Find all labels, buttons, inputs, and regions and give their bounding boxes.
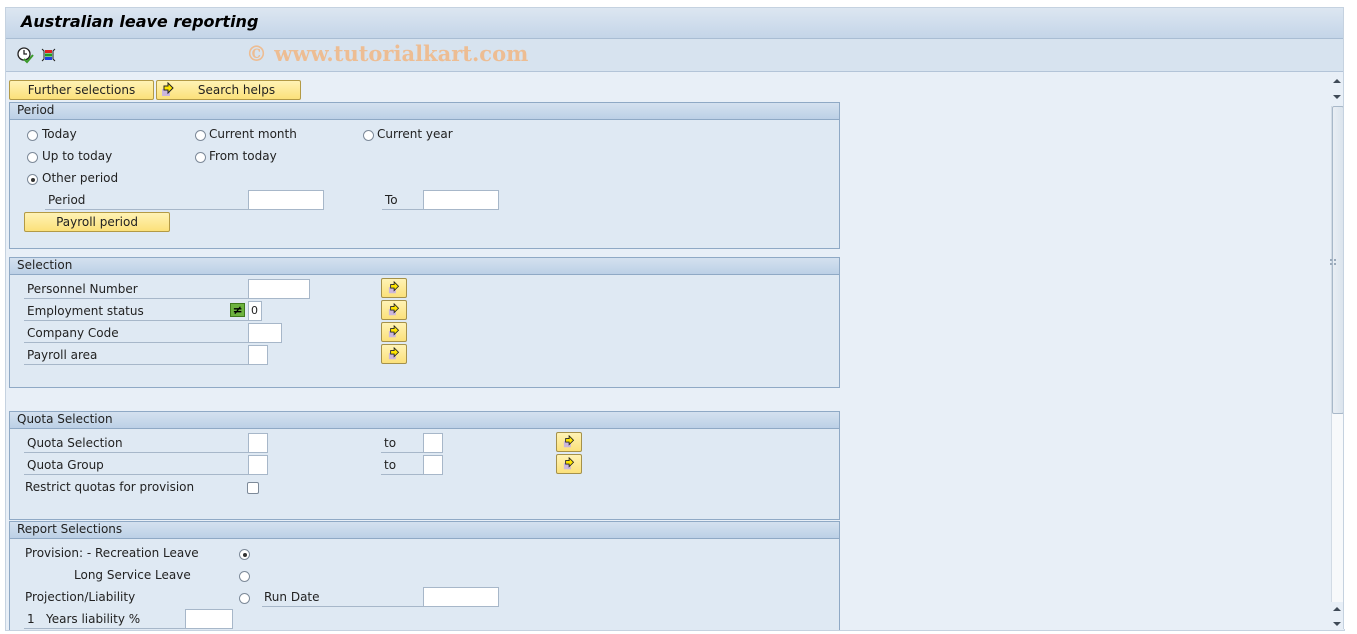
application-toolbar: © www.tutorialkart.com <box>6 39 1344 72</box>
period-group: Period Today Current month Current year … <box>9 102 840 249</box>
period-from-input[interactable] <box>248 190 324 210</box>
radio-from-today-label: From today <box>209 149 277 163</box>
radio-from-today[interactable] <box>195 152 206 163</box>
report-selections-group: Report Selections Provision: - Recreatio… <box>9 521 840 630</box>
radio-other-period[interactable] <box>27 174 38 185</box>
run-date-input[interactable] <box>423 587 499 607</box>
quota-selection-group: Quota Selection Quota Selection to Quota… <box>9 411 840 520</box>
radio-current-month-label: Current month <box>209 127 297 141</box>
radio-current-year-label: Current year <box>377 127 453 141</box>
company-code-multiple-selection[interactable] <box>381 322 407 342</box>
radio-current-month[interactable] <box>195 130 206 141</box>
quota-group-label: Quota Group <box>27 458 104 472</box>
search-helps-label: Search helps <box>197 83 276 97</box>
selection-screen: Further selections Search helps Period T… <box>6 72 1326 630</box>
long-service-leave-label: Long Service Leave <box>74 568 191 582</box>
employment-status-input[interactable]: 0 <box>248 301 262 321</box>
quota-selection-to-label: to <box>384 436 397 450</box>
personnel-number-multiple-selection[interactable] <box>381 278 407 298</box>
recreation-leave-label: Provision: - Recreation Leave <box>25 546 199 560</box>
not-equal-operator-icon[interactable]: ≠ <box>230 303 245 317</box>
quota-group-from-input[interactable] <box>248 455 268 475</box>
arrow-right-icon <box>563 457 575 470</box>
restrict-quotas-checkbox[interactable] <box>247 482 259 494</box>
radio-recreation-leave[interactable] <box>239 549 250 560</box>
company-code-input[interactable] <box>248 323 282 343</box>
watermark: © www.tutorialkart.com <box>246 41 529 66</box>
arrow-right-icon <box>388 325 400 338</box>
page-title: Australian leave reporting <box>21 12 259 31</box>
title-bar: Australian leave reporting <box>6 8 1344 39</box>
arrow-right-icon <box>388 347 400 360</box>
arrow-right-icon <box>162 82 174 96</box>
years-prefix: 1 <box>27 612 35 626</box>
arrow-right-icon <box>388 303 400 316</box>
radio-today-label: Today <box>42 127 77 141</box>
selection-group: Selection Personnel Number Employment st… <box>9 257 840 388</box>
further-selections-button[interactable]: Further selections <box>9 80 154 100</box>
years-liability-label: Years liability % <box>46 612 141 626</box>
quota-group-multiple-selection[interactable] <box>556 454 582 474</box>
grip-dots-icon <box>1330 259 1336 265</box>
quota-selection-multiple-selection[interactable] <box>556 432 582 452</box>
radio-other-period-label: Other period <box>42 171 119 185</box>
sap-window: Australian leave reporting © www.tutoria… <box>5 7 1345 631</box>
payroll-area-label: Payroll area <box>27 348 98 362</box>
quota-group-to-label: to <box>384 458 397 472</box>
payroll-area-multiple-selection[interactable] <box>381 344 407 364</box>
arrow-right-icon <box>563 435 575 448</box>
radio-up-to-today[interactable] <box>27 152 38 163</box>
execute-clock-icon[interactable] <box>16 46 34 64</box>
radio-long-service-leave[interactable] <box>239 571 250 582</box>
run-date-label: Run Date <box>264 590 320 604</box>
personnel-number-input[interactable] <box>248 279 310 299</box>
projection-liability-label: Projection/Liability <box>25 590 136 604</box>
personnel-number-label: Personnel Number <box>27 282 138 296</box>
selection-group-header: Selection <box>10 258 839 275</box>
employment-status-label: Employment status <box>27 304 144 318</box>
report-group-header: Report Selections <box>10 522 839 539</box>
period-group-header: Period <box>10 103 839 120</box>
period-to-input[interactable] <box>423 190 499 210</box>
quota-selection-label: Quota Selection <box>27 436 123 450</box>
variant-selection-icon[interactable] <box>40 46 58 64</box>
quota-group-to-input[interactable] <box>423 455 443 475</box>
period-to-label: To <box>385 193 398 207</box>
quota-group-header: Quota Selection <box>10 412 839 429</box>
radio-current-year[interactable] <box>363 130 374 141</box>
restrict-quotas-label: Restrict quotas for provision <box>25 480 195 494</box>
years-liability-input[interactable] <box>185 609 233 629</box>
employment-status-multiple-selection[interactable] <box>381 300 407 320</box>
quota-selection-to-input[interactable] <box>423 433 443 453</box>
company-code-label: Company Code <box>27 326 119 340</box>
radio-today[interactable] <box>27 130 38 141</box>
search-helps-button[interactable]: Search helps <box>156 80 301 100</box>
splitter-sash[interactable] <box>1330 7 1356 629</box>
arrow-right-icon <box>388 281 400 294</box>
period-label: Period <box>48 193 86 207</box>
payroll-area-input[interactable] <box>248 345 268 365</box>
payroll-period-button[interactable]: Payroll period <box>24 212 170 232</box>
quota-selection-from-input[interactable] <box>248 433 268 453</box>
radio-up-to-today-label: Up to today <box>42 149 113 163</box>
radio-projection-liability[interactable] <box>239 593 250 604</box>
